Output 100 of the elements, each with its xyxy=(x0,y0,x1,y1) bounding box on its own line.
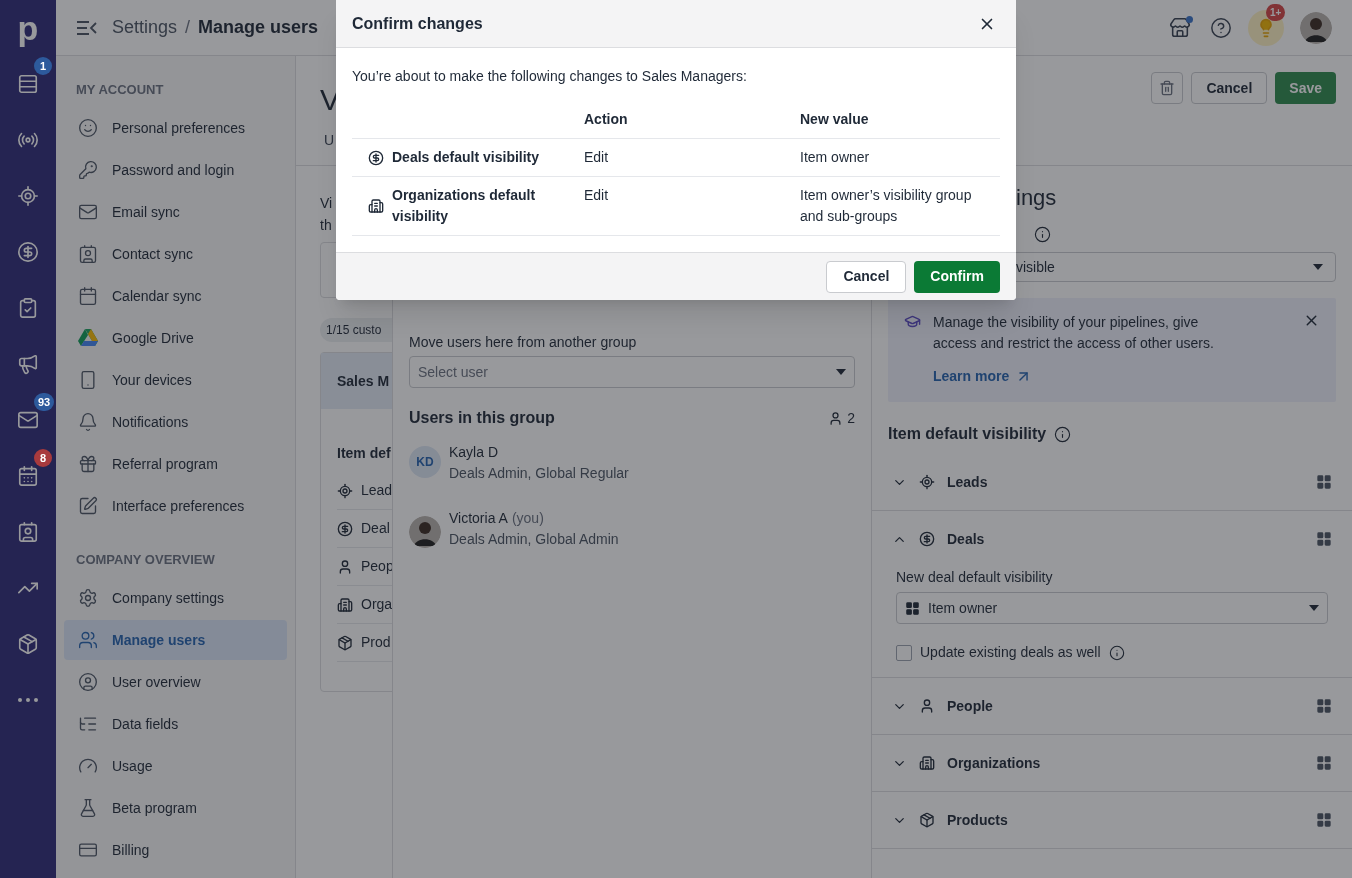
settings-icon xyxy=(78,588,98,608)
checkbox[interactable] xyxy=(896,644,912,661)
learn-more-link[interactable]: Learn more xyxy=(933,366,1033,387)
description-text: th xyxy=(320,216,332,235)
store-icon xyxy=(1169,16,1191,39)
avatar: KD xyxy=(409,446,441,478)
accordion-header[interactable]: Leads xyxy=(872,454,1352,510)
info-icon xyxy=(1054,425,1072,443)
entity-label: Deal xyxy=(361,519,390,538)
tip-text: Manage the visibility of your pipelines, give access and restrict the access of other users. xyxy=(933,313,1215,353)
section-title: Item default visibility xyxy=(888,424,1047,444)
section-title: Users in this group xyxy=(409,408,555,428)
sidebar-item[interactable]: Password and login xyxy=(64,150,287,190)
nav-rail-item[interactable]: 8 xyxy=(0,448,56,504)
clipboard-icon xyxy=(17,297,39,319)
nav-rail-item[interactable]: 93 xyxy=(0,392,56,448)
table-cell-text: Item owner’s visibility group and sub-groups xyxy=(800,186,973,226)
info-icon xyxy=(1034,225,1051,243)
logo[interactable]: p xyxy=(17,11,39,45)
table-cell-text: Item owner xyxy=(800,148,871,167)
key-icon xyxy=(78,160,98,180)
accordion-header[interactable]: Deals xyxy=(872,511,1352,567)
contact-card-icon xyxy=(78,244,98,264)
sidebar-item[interactable]: User overview xyxy=(64,662,287,702)
dropdown-caret-icon xyxy=(1313,264,1323,270)
tips-button[interactable] xyxy=(1248,9,1284,46)
target-icon xyxy=(337,482,353,499)
table-cell-text: Edit xyxy=(584,148,610,167)
sidebar-item[interactable]: Referral program xyxy=(64,444,287,484)
building-icon xyxy=(919,755,935,771)
delete-button[interactable] xyxy=(1151,72,1184,104)
count-badge: 93 xyxy=(34,393,55,411)
sidebar-item[interactable]: Contact sync xyxy=(64,234,287,274)
sidebar-item[interactable]: Billing xyxy=(64,830,287,870)
box-icon xyxy=(17,633,39,655)
user-roles: Deals Admin, Global Admin xyxy=(449,530,619,549)
sidebar-item[interactable]: Usage xyxy=(64,746,287,786)
info-icon xyxy=(1108,644,1125,661)
sidebar-item[interactable]: Google Drive xyxy=(64,318,287,358)
column-header: New value xyxy=(800,110,869,129)
column-header: Action xyxy=(584,110,629,129)
group-name: Sales M xyxy=(321,353,392,409)
pen-icon xyxy=(78,496,98,516)
dollar-icon xyxy=(368,149,384,166)
sidebar-item[interactable]: Data fields xyxy=(64,704,287,744)
user-select[interactable]: Select user xyxy=(409,356,855,388)
grid-icon xyxy=(1316,755,1332,771)
target-icon xyxy=(919,474,935,490)
page-title: Manage users xyxy=(198,16,319,39)
tab[interactable]: U xyxy=(320,130,335,151)
graduation-cap-icon xyxy=(904,313,921,330)
dollar-icon xyxy=(337,520,353,537)
more-icon xyxy=(18,698,38,702)
grid-icon xyxy=(1316,812,1332,828)
count-badge: 1 xyxy=(34,57,52,75)
sidebar-item[interactable]: Your devices xyxy=(64,360,287,400)
sidebar-item[interactable]: Manage users xyxy=(64,620,287,660)
table-cell-text: Deals default visibility xyxy=(392,148,540,167)
dropdown-caret-icon xyxy=(1309,605,1319,611)
cancel-button[interactable]: Cancel xyxy=(1191,72,1268,104)
accordion-header[interactable]: People xyxy=(872,678,1352,734)
accordion-header[interactable]: Organizations xyxy=(872,735,1352,791)
mail-icon xyxy=(78,202,98,222)
grid-icon xyxy=(1316,531,1332,547)
confirm-button[interactable]: Confirm xyxy=(914,260,1000,293)
sidebar-item[interactable]: Company settings xyxy=(64,578,287,618)
you-label: (you) xyxy=(511,510,544,526)
user-count: 2 xyxy=(847,408,855,428)
visibility-select[interactable]: Item owner xyxy=(896,592,1328,624)
help-icon[interactable] xyxy=(1210,16,1232,39)
megaphone-icon xyxy=(17,353,39,375)
sidebar-item[interactable]: Calendar sync xyxy=(64,276,287,316)
person-icon xyxy=(919,698,935,714)
accordion-header[interactable]: Products xyxy=(872,792,1352,848)
cancel-button[interactable]: Cancel xyxy=(826,260,907,293)
entity-label: Prod xyxy=(361,633,391,652)
mail-icon xyxy=(17,409,39,431)
nav-rail-item[interactable]: 1 xyxy=(0,56,56,112)
dialog-message: You’re about to make the following changes to Sales Managers: xyxy=(352,67,748,86)
breadcrumb-link[interactable]: Settings xyxy=(112,14,178,41)
dialog-title: Confirm changes xyxy=(352,13,483,34)
smile-icon xyxy=(78,118,98,138)
user-name: Kayla D xyxy=(449,444,499,460)
dropdown-caret-icon xyxy=(836,369,846,375)
sidebar-item[interactable]: Interface preferences xyxy=(64,486,287,526)
section-title: Item def xyxy=(336,444,392,463)
person-icon xyxy=(337,558,353,575)
entity-label: Orga xyxy=(361,595,392,614)
collapse-menu-icon[interactable] xyxy=(76,19,98,36)
person-icon xyxy=(828,410,844,426)
dollar-icon xyxy=(17,241,39,263)
save-button[interactable]: Save xyxy=(1275,72,1336,104)
sidebar-item[interactable]: Personal preferences xyxy=(64,108,287,148)
sidebar-item[interactable]: Notifications xyxy=(64,402,287,442)
gift-icon xyxy=(78,454,98,474)
dollar-icon xyxy=(919,531,935,547)
sidebar-item[interactable]: Beta program xyxy=(64,788,287,828)
sidebar-item[interactable]: Email sync xyxy=(64,192,287,232)
avatar xyxy=(1300,11,1332,44)
calendar-icon xyxy=(17,465,39,487)
